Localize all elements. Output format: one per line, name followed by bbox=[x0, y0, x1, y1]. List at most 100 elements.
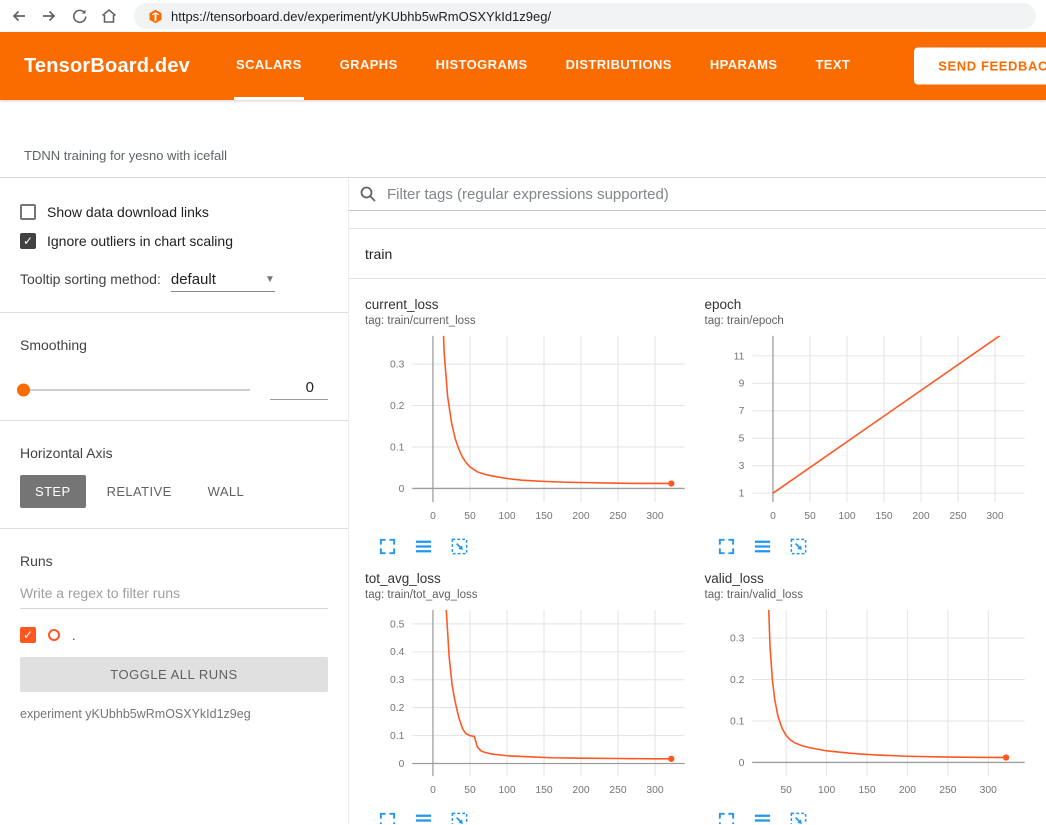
axis-step-button[interactable]: STEP bbox=[20, 475, 86, 508]
filter-bar bbox=[349, 178, 1046, 211]
chart-toolbar bbox=[705, 805, 1035, 824]
svg-text:0.2: 0.2 bbox=[730, 675, 745, 686]
run-color-swatch bbox=[48, 629, 60, 641]
smoothing-slider-thumb[interactable] bbox=[17, 383, 30, 396]
tab-graphs[interactable]: GRAPHS bbox=[338, 32, 400, 100]
expand-icon[interactable] bbox=[377, 810, 397, 824]
fit-domain-icon[interactable] bbox=[449, 810, 469, 824]
brand-logo[interactable]: TensorBoard.dev bbox=[24, 55, 190, 78]
svg-text:150: 150 bbox=[875, 511, 892, 522]
chart-plot[interactable]: 05010015020025030000.10.20.30.40.5 bbox=[365, 604, 695, 806]
runs-filter-input[interactable] bbox=[20, 581, 328, 609]
svg-text:250: 250 bbox=[949, 511, 966, 522]
svg-text:250: 250 bbox=[609, 784, 626, 795]
lines-icon[interactable] bbox=[413, 537, 433, 557]
forward-arrow-icon[interactable] bbox=[40, 7, 58, 25]
tooltip-sorting-select[interactable]: default ▼ bbox=[171, 271, 275, 292]
lines-icon[interactable] bbox=[753, 537, 773, 557]
tab-distributions[interactable]: DISTRIBUTIONS bbox=[564, 32, 674, 100]
svg-text:250: 250 bbox=[609, 511, 626, 522]
fit-domain-icon[interactable] bbox=[449, 537, 469, 557]
svg-text:0: 0 bbox=[399, 484, 405, 495]
horizontal-axis-buttons: STEP RELATIVE WALL bbox=[20, 475, 328, 508]
chart-card: epochtag: train/epoch0501001502002503001… bbox=[705, 297, 1035, 557]
tab-text[interactable]: TEXT bbox=[813, 32, 852, 100]
svg-text:50: 50 bbox=[780, 784, 792, 795]
chart-tag: tag: train/valid_loss bbox=[705, 589, 1035, 601]
ignore-outliers-checkbox[interactable] bbox=[20, 233, 36, 249]
run-checkbox[interactable] bbox=[20, 627, 36, 643]
run-list-item: . bbox=[20, 627, 328, 643]
svg-text:150: 150 bbox=[535, 784, 552, 795]
search-icon bbox=[359, 185, 377, 203]
svg-text:50: 50 bbox=[804, 511, 816, 522]
expand-icon[interactable] bbox=[717, 810, 737, 824]
expand-icon[interactable] bbox=[377, 537, 397, 557]
show-download-checkbox[interactable] bbox=[20, 204, 36, 220]
svg-text:0.5: 0.5 bbox=[390, 619, 405, 630]
chart-plot[interactable]: 5010015020025030000.10.20.3 bbox=[705, 604, 1035, 806]
svg-text:0.2: 0.2 bbox=[390, 401, 405, 412]
expand-icon[interactable] bbox=[717, 537, 737, 557]
chevron-down-icon: ▼ bbox=[265, 274, 275, 285]
smoothing-slider[interactable] bbox=[20, 389, 250, 391]
svg-text:50: 50 bbox=[464, 511, 476, 522]
main-content: train current_losstag: train/current_los… bbox=[349, 178, 1046, 824]
experiment-subtitle-band: TDNN training for yesno with icefall bbox=[0, 100, 1046, 178]
svg-text:0.1: 0.1 bbox=[730, 716, 745, 727]
chart-plot[interactable]: 05010015020025030000.10.20.3 bbox=[365, 330, 695, 532]
divider bbox=[0, 528, 348, 529]
svg-text:50: 50 bbox=[464, 784, 476, 795]
axis-wall-button[interactable]: WALL bbox=[193, 475, 260, 508]
chart-toolbar bbox=[365, 805, 695, 824]
svg-text:150: 150 bbox=[858, 784, 875, 795]
filter-tags-input[interactable] bbox=[387, 186, 1046, 203]
tab-hparams[interactable]: HPARAMS bbox=[708, 32, 780, 100]
svg-text:200: 200 bbox=[898, 784, 915, 795]
ignore-outliers-label: Ignore outliers in chart scaling bbox=[47, 233, 233, 249]
charts-grid: current_losstag: train/current_loss05010… bbox=[349, 279, 1046, 824]
svg-text:150: 150 bbox=[535, 511, 552, 522]
svg-text:7: 7 bbox=[738, 406, 744, 417]
tab-histograms[interactable]: HISTOGRAMS bbox=[434, 32, 530, 100]
svg-text:200: 200 bbox=[912, 511, 929, 522]
svg-text:0: 0 bbox=[770, 511, 776, 522]
chart-plot[interactable]: 0501001502002503001357911 bbox=[705, 330, 1035, 532]
svg-text:1: 1 bbox=[738, 489, 744, 500]
home-icon[interactable] bbox=[100, 7, 118, 25]
fit-domain-icon[interactable] bbox=[789, 537, 809, 557]
back-arrow-icon[interactable] bbox=[10, 7, 28, 25]
section-train: train current_losstag: train/current_los… bbox=[349, 228, 1046, 824]
toggle-all-runs-button[interactable]: TOGGLE ALL RUNS bbox=[20, 657, 328, 692]
tensorboard-favicon bbox=[148, 9, 163, 24]
svg-text:300: 300 bbox=[986, 511, 1003, 522]
reload-icon[interactable] bbox=[70, 7, 88, 25]
tooltip-sorting-value: default bbox=[171, 271, 216, 288]
tab-scalars[interactable]: SCALARS bbox=[234, 32, 304, 100]
svg-text:0.2: 0.2 bbox=[390, 703, 405, 714]
svg-text:5: 5 bbox=[738, 434, 744, 445]
svg-text:100: 100 bbox=[817, 784, 834, 795]
chart-toolbar bbox=[705, 532, 1035, 557]
axis-relative-button[interactable]: RELATIVE bbox=[92, 475, 187, 508]
lines-icon[interactable] bbox=[753, 810, 773, 824]
fit-domain-icon[interactable] bbox=[789, 810, 809, 824]
smoothing-value[interactable]: 0 bbox=[270, 379, 328, 400]
chart-tag: tag: train/current_loss bbox=[365, 315, 695, 327]
address-bar[interactable]: https://tensorboard.dev/experiment/yKUbh… bbox=[134, 3, 1036, 29]
svg-text:100: 100 bbox=[838, 511, 855, 522]
lines-icon[interactable] bbox=[413, 810, 433, 824]
chart-card: valid_losstag: train/valid_loss501001502… bbox=[705, 571, 1035, 824]
svg-text:200: 200 bbox=[572, 511, 589, 522]
chart-card: current_losstag: train/current_loss05010… bbox=[365, 297, 695, 557]
send-feedback-button[interactable]: SEND FEEDBACK bbox=[914, 48, 1046, 85]
browser-toolbar: https://tensorboard.dev/experiment/yKUbh… bbox=[0, 0, 1046, 32]
runs-label: Runs bbox=[20, 553, 328, 569]
chart-tag: tag: train/tot_avg_loss bbox=[365, 589, 695, 601]
svg-text:0: 0 bbox=[430, 511, 436, 522]
smoothing-label: Smoothing bbox=[20, 337, 328, 353]
svg-text:3: 3 bbox=[738, 461, 744, 472]
divider bbox=[0, 312, 348, 313]
section-train-header[interactable]: train bbox=[349, 229, 1046, 279]
experiment-subtitle: TDNN training for yesno with icefall bbox=[24, 148, 227, 163]
